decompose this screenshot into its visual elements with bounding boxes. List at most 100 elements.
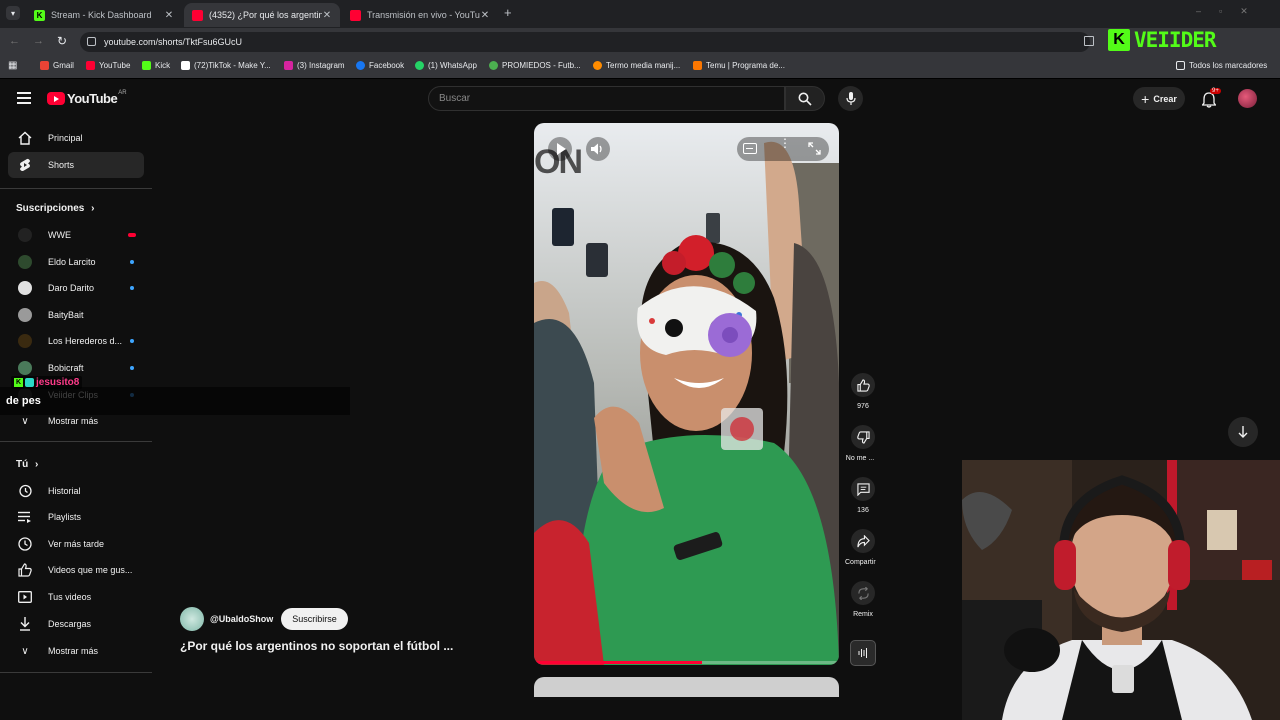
- sidebar-item-label: Descargas: [48, 619, 92, 629]
- tab-kick-dashboard[interactable]: K Stream - Kick Dashboard ✕: [26, 3, 182, 27]
- watch-later-icon: [18, 537, 32, 551]
- comments-action[interactable]: 136: [851, 477, 875, 514]
- live-indicator-icon: [128, 233, 136, 237]
- sidebar-item-your-videos[interactable]: Tus videos: [8, 584, 144, 610]
- avatar[interactable]: [1238, 89, 1257, 108]
- channel-avatar: [18, 361, 32, 375]
- short-title[interactable]: ¿Por qué los argentinos no soportan el f…: [180, 639, 453, 653]
- share-action[interactable]: Compartir: [845, 529, 876, 566]
- bookmark-gmail[interactable]: Gmail: [40, 61, 74, 70]
- bookmark-promiedos[interactable]: PROMIEDOS - Futb...: [489, 61, 581, 70]
- channel-name[interactable]: @UbaldoShow: [210, 614, 273, 624]
- bookmark-termo[interactable]: Termo media manij...: [593, 61, 680, 70]
- site-info-icon[interactable]: [87, 37, 96, 46]
- short-video-player[interactable]: ON ⋮: [534, 123, 839, 665]
- comment-icon: [856, 482, 870, 496]
- bookmark-label: (3) Instagram: [297, 61, 345, 70]
- new-tab-button[interactable]: +: [504, 5, 512, 20]
- window-controls[interactable]: –▫✕: [1196, 6, 1266, 17]
- more-vert-icon: ⋮: [779, 136, 791, 150]
- channel-avatar: [18, 334, 32, 349]
- sidebar-item-watch-later[interactable]: Ver más tarde: [8, 531, 144, 557]
- fullscreen-button[interactable]: [808, 142, 821, 155]
- sidebar-item-label: Daro Darito: [48, 283, 95, 294]
- close-icon[interactable]: ✕: [480, 10, 490, 21]
- address-bar[interactable]: youtube.com/shorts/TktFsu6GUcU: [80, 32, 1094, 52]
- kick-favicon-icon: K: [34, 9, 45, 21]
- kick-logo-icon: K: [1108, 29, 1130, 51]
- dislike-action[interactable]: No me ...: [846, 425, 875, 462]
- bookmark-tiktok[interactable]: (72)TikTok - Make Y...: [181, 61, 271, 70]
- reload-icon[interactable]: ↻: [57, 34, 67, 48]
- back-icon[interactable]: ←: [9, 35, 20, 47]
- sidebar-item-liked[interactable]: Videos que me gus...: [8, 557, 144, 583]
- remix-icon: [857, 586, 869, 600]
- remix-button[interactable]: [851, 581, 875, 605]
- like-button[interactable]: [851, 373, 875, 397]
- sidebar-item-history[interactable]: Historial: [8, 478, 144, 504]
- show-more-you[interactable]: ∨ Mostrar más: [8, 638, 144, 664]
- you-heading[interactable]: Tú ›: [16, 459, 38, 470]
- sound-button[interactable]: [850, 640, 876, 666]
- youtube-logo[interactable]: YouTube AR: [47, 90, 127, 106]
- sidebar-item-label: BaityBait: [48, 309, 84, 320]
- sidebar-item-subscription[interactable]: Eldo Larcito: [8, 249, 144, 275]
- all-bookmarks[interactable]: Todos los marcadores: [1176, 61, 1267, 70]
- sub-badge-icon: [25, 378, 34, 387]
- sidebar-item-playlists[interactable]: Playlists: [8, 504, 144, 530]
- search-input[interactable]: Buscar: [428, 86, 785, 111]
- channel-avatar[interactable]: [180, 607, 204, 631]
- plus-icon: +: [1141, 90, 1150, 107]
- dislike-button[interactable]: [851, 425, 875, 449]
- chevron-down-icon: ∨: [21, 645, 29, 657]
- bookmark-facebook[interactable]: Facebook: [356, 61, 404, 70]
- liked-icon: [18, 563, 32, 577]
- captions-button[interactable]: [743, 143, 757, 154]
- bookmark-temu[interactable]: Temu | Programa de...: [693, 61, 785, 70]
- forward-icon[interactable]: →: [33, 35, 44, 47]
- sidebar-item-subscription[interactable]: BaityBait: [8, 302, 144, 328]
- notifications-button[interactable]: 9+: [1200, 88, 1221, 108]
- close-icon[interactable]: ✕: [322, 10, 332, 21]
- remix-action[interactable]: Remix: [851, 581, 875, 618]
- bookmark-instagram[interactable]: (3) Instagram: [284, 61, 345, 70]
- bookmark-whatsapp[interactable]: (1) WhatsApp: [415, 61, 477, 70]
- bookmark-label: Temu | Programa de...: [706, 61, 785, 70]
- subscriptions-heading[interactable]: Suscripciones ›: [16, 203, 94, 214]
- share-icon: [856, 534, 870, 547]
- cast-icon[interactable]: [1084, 36, 1094, 46]
- volume-button[interactable]: [586, 137, 610, 161]
- like-action[interactable]: 976: [851, 373, 875, 410]
- sidebar-item-home[interactable]: Principal: [8, 125, 144, 151]
- subscribe-button[interactable]: Suscribirse: [281, 608, 348, 630]
- sidebar-item-downloads[interactable]: Descargas: [8, 611, 144, 637]
- share-button[interactable]: [851, 529, 875, 553]
- apps-grid-icon[interactable]: ▦: [8, 60, 17, 71]
- play-pause-button[interactable]: [548, 137, 572, 161]
- sidebar-item-label: Shorts: [48, 160, 75, 170]
- tab-youtube-short[interactable]: (4352) ¿Por qué los argentinos no soport…: [184, 3, 340, 27]
- chevron-down-icon: ▾: [10, 8, 15, 18]
- bookmark-kick[interactable]: Kick: [142, 61, 170, 70]
- voice-search-button[interactable]: [838, 86, 863, 111]
- search-button[interactable]: [785, 86, 825, 111]
- close-icon[interactable]: ✕: [164, 10, 174, 21]
- bookmark-youtube[interactable]: YouTube: [86, 61, 130, 70]
- sidebar-item-shorts[interactable]: Shorts: [8, 152, 144, 178]
- more-options-button[interactable]: ⋮: [779, 137, 791, 149]
- sidebar-item-subscription[interactable]: Los Herederos d...: [8, 328, 144, 354]
- tab-youtube-live[interactable]: Transmisión en vivo - YouTube ✕: [342, 3, 498, 27]
- chevron-right-icon: ›: [91, 203, 95, 214]
- sidebar-item-label: Ver más tarde: [48, 539, 105, 549]
- create-button[interactable]: + Crear: [1133, 87, 1185, 110]
- video-progress-track[interactable]: [534, 661, 839, 664]
- menu-icon[interactable]: [17, 92, 31, 104]
- channel-avatar: [18, 254, 32, 269]
- sidebar-item-subscription[interactable]: Daro Darito: [8, 275, 144, 301]
- thumbs-down-icon: [856, 430, 870, 444]
- next-short-preview[interactable]: [534, 677, 839, 697]
- sidebar-item-subscription[interactable]: WWE: [8, 222, 144, 248]
- comments-button[interactable]: [851, 477, 875, 501]
- tab-search-button[interactable]: ▾: [6, 6, 20, 20]
- next-short-button[interactable]: [1228, 417, 1258, 447]
